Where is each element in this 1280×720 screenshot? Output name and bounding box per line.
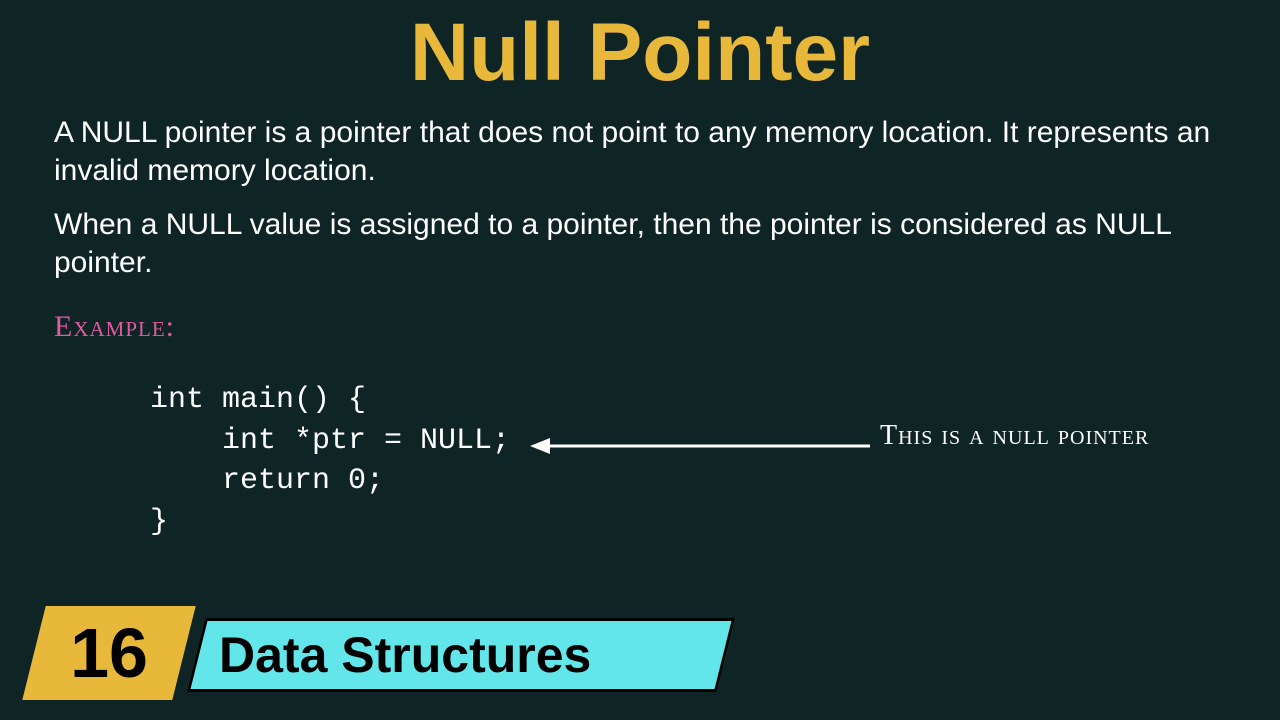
definition-paragraph-2: When a NULL value is assigned to a point… — [54, 206, 1226, 281]
lesson-number-badge: 16 — [22, 606, 195, 700]
example-heading: Example: — [54, 310, 175, 344]
topic-label: Data Structures — [199, 621, 723, 689]
lesson-number: 16 — [34, 606, 184, 700]
slide-title: Null Pointer — [0, 6, 1280, 100]
arrow-icon — [530, 436, 870, 456]
definition-paragraph-1: A NULL pointer is a pointer that does no… — [54, 114, 1226, 189]
code-sample: int main() { int *ptr = NULL; return 0; … — [150, 380, 510, 542]
topic-badge: Data Structures — [187, 618, 735, 692]
callout-text: This is a null pointer — [880, 420, 1149, 452]
